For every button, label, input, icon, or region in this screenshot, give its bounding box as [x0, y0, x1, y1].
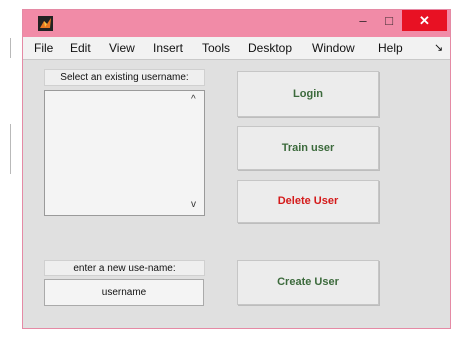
- gui-panel: Select an existing username: ^ v enter a…: [23, 60, 450, 328]
- select-username-label: Select an existing username:: [44, 69, 205, 86]
- toolbar-overflow-icon[interactable]: ↘: [434, 41, 443, 54]
- username-input[interactable]: username: [44, 279, 204, 306]
- menu-view[interactable]: View: [109, 41, 135, 55]
- menu-window[interactable]: Window: [312, 41, 355, 55]
- menu-insert[interactable]: Insert: [153, 41, 183, 55]
- scroll-up-icon[interactable]: ^: [191, 94, 196, 105]
- maximize-button[interactable]: □: [379, 10, 399, 31]
- background-edge: [10, 38, 11, 58]
- menu-bar: File Edit View Insert Tools Desktop Wind…: [23, 37, 450, 60]
- title-bar: – □ ✕: [23, 10, 450, 37]
- train-user-button[interactable]: Train user: [237, 126, 379, 170]
- menu-tools[interactable]: Tools: [202, 41, 230, 55]
- menu-edit[interactable]: Edit: [70, 41, 91, 55]
- login-button[interactable]: Login: [237, 71, 379, 117]
- matlab-logo-icon: [38, 16, 53, 31]
- menu-file[interactable]: File: [34, 41, 53, 55]
- new-username-label: enter a new use-name:: [44, 260, 205, 276]
- delete-user-button[interactable]: Delete User: [237, 180, 379, 223]
- close-button[interactable]: ✕: [402, 10, 447, 31]
- minimize-button[interactable]: –: [353, 10, 373, 31]
- menu-desktop[interactable]: Desktop: [248, 41, 292, 55]
- app-window: – □ ✕ File Edit View Insert Tools Deskto…: [22, 9, 451, 329]
- scroll-down-icon[interactable]: v: [191, 199, 196, 210]
- background-edge: [10, 124, 11, 174]
- menu-help[interactable]: Help: [378, 41, 403, 55]
- username-listbox[interactable]: ^ v: [44, 90, 205, 216]
- create-user-button[interactable]: Create User: [237, 260, 379, 305]
